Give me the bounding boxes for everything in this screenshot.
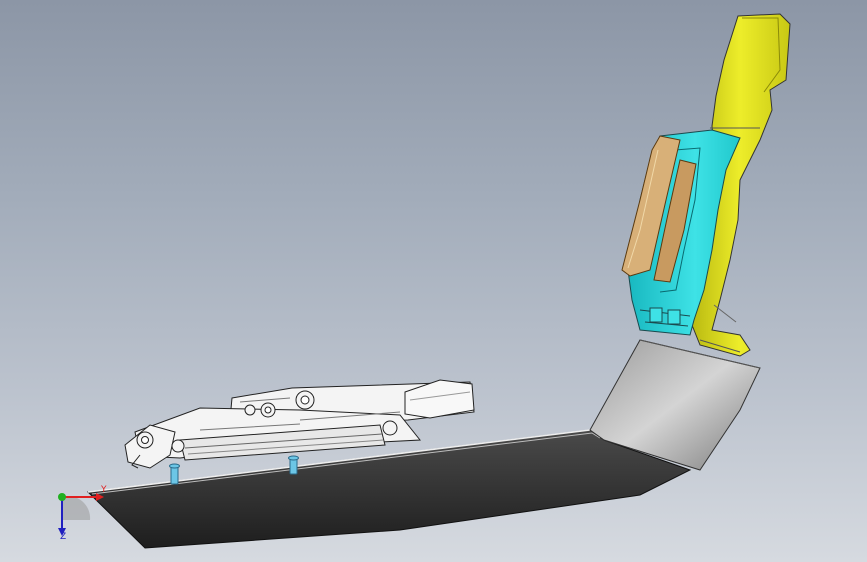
graphics-viewport[interactable]: Y Z: [0, 0, 867, 562]
x-axis-label: Y: [101, 485, 107, 495]
coordinate-triad: [58, 493, 104, 536]
y-axis-dot: [58, 493, 66, 501]
z-axis-label: Z: [60, 532, 67, 542]
cad-model-view[interactable]: [0, 0, 867, 562]
